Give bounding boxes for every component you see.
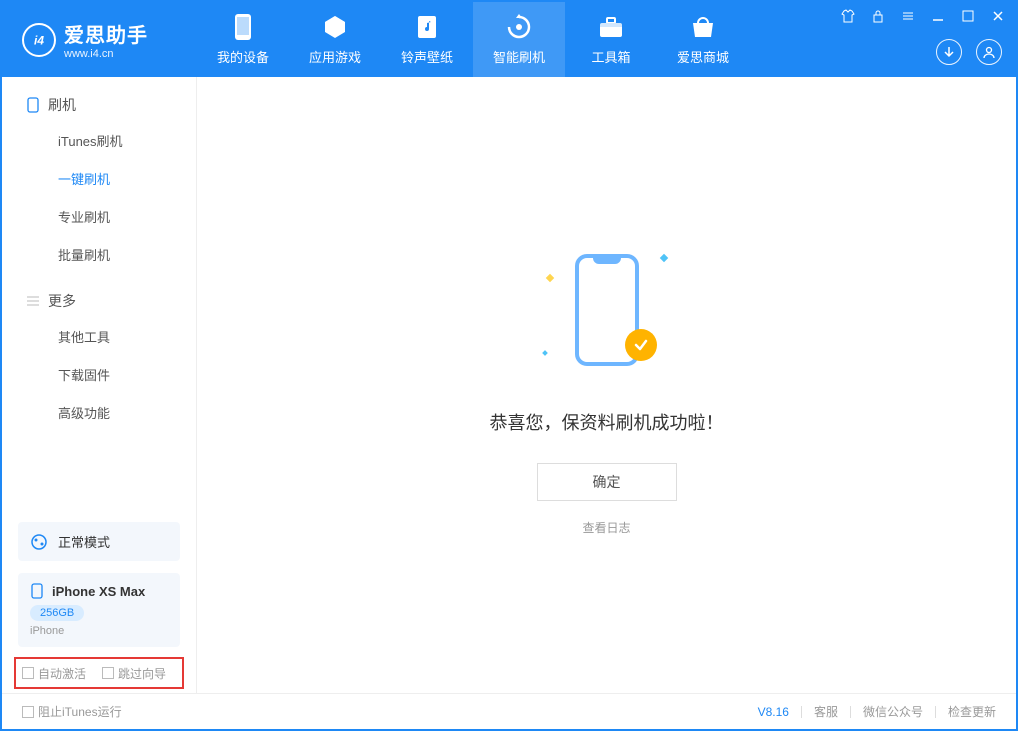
device-card[interactable]: iPhone XS Max 256GB iPhone	[18, 573, 180, 647]
menu-icon[interactable]	[900, 8, 916, 24]
auto-activate-checkbox[interactable]: 自动激活	[22, 665, 86, 682]
block-itunes-checkbox[interactable]: 阻止iTunes运行	[22, 703, 122, 720]
title-bar: i4 爱思助手 www.i4.cn 我的设备 应用游戏 铃声壁纸 智能刷机 工具…	[2, 2, 1016, 77]
footer-support[interactable]: 客服	[814, 703, 838, 720]
list-icon	[26, 294, 40, 308]
view-log-link[interactable]: 查看日志	[582, 519, 630, 536]
checkmark-badge-icon	[625, 329, 657, 361]
storage-badge: 256GB	[30, 605, 84, 621]
footer-update[interactable]: 检查更新	[948, 703, 996, 720]
skip-guide-checkbox[interactable]: 跳过向导	[102, 665, 166, 682]
music-icon	[413, 13, 441, 41]
sidebar-item-download-firmware[interactable]: 下载固件	[2, 355, 196, 393]
sidebar-section-more: 更多	[2, 273, 196, 317]
mode-label: 正常模式	[58, 532, 110, 551]
device-icon	[229, 13, 257, 41]
device-type: iPhone	[30, 625, 168, 637]
user-button[interactable]	[976, 39, 1002, 65]
status-bar: 阻止iTunes运行 V8.16 客服 微信公众号 检查更新	[2, 693, 1016, 729]
success-illustration	[517, 235, 697, 385]
nav-apps-games[interactable]: 应用游戏	[289, 2, 381, 77]
sidebar-item-pro-flash[interactable]: 专业刷机	[2, 197, 196, 235]
nav-toolbox[interactable]: 工具箱	[565, 2, 657, 77]
nav-store[interactable]: 爱思商城	[657, 2, 749, 77]
toolbox-icon	[597, 13, 625, 41]
minimize-icon[interactable]	[930, 8, 946, 24]
nav-ringtones[interactable]: 铃声壁纸	[381, 2, 473, 77]
logo-icon: i4	[22, 23, 56, 57]
lock-icon[interactable]	[870, 8, 886, 24]
version-label[interactable]: V8.16	[758, 705, 789, 719]
mode-icon	[30, 533, 48, 551]
device-phone-icon	[30, 583, 44, 599]
sidebar-item-batch-flash[interactable]: 批量刷机	[2, 235, 196, 273]
ok-button[interactable]: 确定	[537, 463, 677, 501]
options-highlight: 自动激活 跳过向导	[14, 657, 184, 689]
sidebar-section-flash: 刷机	[2, 77, 196, 121]
device-mode-card[interactable]: 正常模式	[18, 522, 180, 561]
app-subtitle: www.i4.cn	[64, 48, 148, 60]
phone-small-icon	[26, 97, 40, 113]
header-actions	[936, 39, 1002, 65]
sidebar-item-other-tools[interactable]: 其他工具	[2, 317, 196, 355]
download-button[interactable]	[936, 39, 962, 65]
close-icon[interactable]	[990, 8, 1006, 24]
nav-smart-flash[interactable]: 智能刷机	[473, 2, 565, 77]
refresh-icon	[505, 13, 533, 41]
app-title: 爱思助手	[64, 19, 148, 48]
main-nav: 我的设备 应用游戏 铃声壁纸 智能刷机 工具箱 爱思商城	[197, 2, 749, 77]
cube-icon	[321, 13, 349, 41]
maximize-icon[interactable]	[960, 8, 976, 24]
sidebar-item-oneclick-flash[interactable]: 一键刷机	[2, 159, 196, 197]
main-content: 恭喜您，保资料刷机成功啦！ 确定 查看日志	[197, 77, 1016, 693]
footer-wechat[interactable]: 微信公众号	[863, 703, 923, 720]
app-logo: i4 爱思助手 www.i4.cn	[2, 19, 197, 60]
sidebar-item-advanced[interactable]: 高级功能	[2, 393, 196, 431]
window-controls-top	[840, 8, 1006, 24]
sidebar: 刷机 iTunes刷机 一键刷机 专业刷机 批量刷机 更多 其他工具 下载固件 …	[2, 77, 197, 693]
nav-my-device[interactable]: 我的设备	[197, 2, 289, 77]
shirt-icon[interactable]	[840, 8, 856, 24]
success-message: 恭喜您，保资料刷机成功啦！	[490, 409, 724, 435]
sidebar-item-itunes-flash[interactable]: iTunes刷机	[2, 121, 196, 159]
store-icon	[689, 13, 717, 41]
svg-text:i4: i4	[34, 33, 44, 47]
